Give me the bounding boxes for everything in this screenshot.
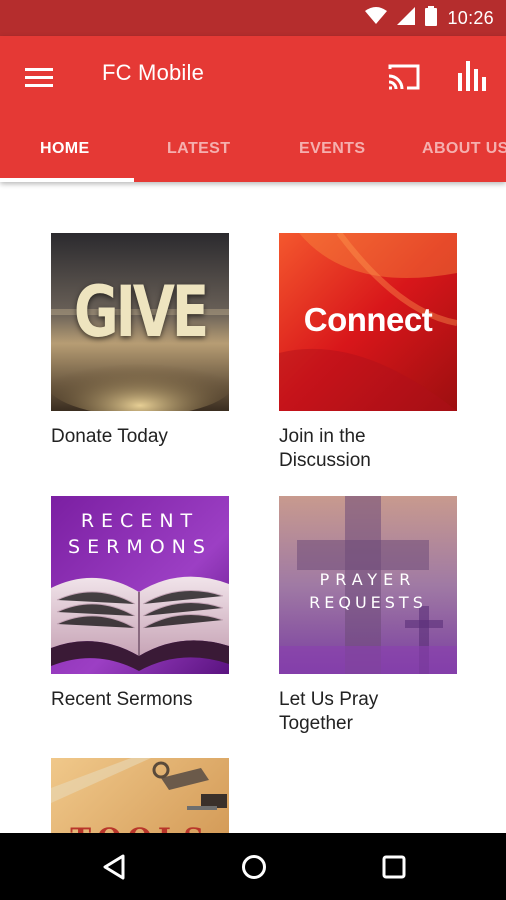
tile-recent-sermons[interactable]: RECENT SERMONS Recent Sermons: [51, 496, 229, 712]
menu-icon[interactable]: [20, 58, 58, 96]
tile-label-line: Join in the: [279, 426, 366, 447]
recent-sermons-image: RECENT SERMONS: [51, 496, 229, 674]
recents-icon[interactable]: [374, 847, 414, 887]
back-icon[interactable]: [94, 847, 134, 887]
tile-connect[interactable]: Connect Join in the Discussion: [279, 233, 457, 473]
tile-label: Join in the Discussion: [279, 425, 457, 473]
recent-sermons-image-text-1: RECENT: [80, 510, 200, 532]
app-title: FC Mobile: [102, 60, 205, 85]
navigation-bar: [0, 833, 506, 900]
tile-label-line: Recent Sermons: [51, 689, 193, 710]
tile-label: Let Us Pray Together: [279, 688, 457, 736]
tab-indicator: [0, 178, 134, 182]
tools-image: TOOLS: [51, 758, 229, 833]
tile-label-line: Discussion: [279, 450, 371, 471]
prayer-requests-image-text-2: REQUESTS: [309, 593, 427, 612]
tab-about-us[interactable]: ABOUT US: [422, 128, 506, 182]
prayer-requests-image-text-1: PRAYER: [319, 570, 417, 589]
signal-icon: [397, 6, 416, 30]
status-bar: 10:26: [0, 0, 506, 36]
tab-events[interactable]: EVENTS: [299, 128, 365, 182]
tile-label: Donate Today: [51, 425, 229, 449]
tile-label-line: Donate Today: [51, 426, 168, 447]
tile-label-line: Together: [279, 713, 353, 734]
tab-home[interactable]: HOME: [40, 128, 90, 182]
give-image: GIVE: [51, 233, 229, 411]
tab-latest[interactable]: LATEST: [167, 128, 230, 182]
prayer-requests-image: PRAYER REQUESTS: [279, 496, 457, 674]
tile-tools[interactable]: TOOLS: [51, 758, 229, 833]
connect-image: Connect: [279, 233, 457, 411]
tools-image-text: TOOLS: [51, 822, 229, 833]
wifi-icon: [365, 6, 388, 30]
status-time: 10:26: [447, 7, 494, 28]
cast-icon[interactable]: [384, 58, 424, 96]
bar-chart-icon[interactable]: [452, 56, 492, 96]
tile-label-line: Let Us Pray: [279, 689, 379, 710]
tab-bar: HOME LATEST EVENTS ABOUT US: [0, 128, 506, 182]
home-icon[interactable]: [234, 847, 274, 887]
app-bar: FC Mobile HOME LATEST EVENTS ABOUT US: [0, 36, 506, 182]
battery-icon: [425, 5, 438, 31]
tile-donate[interactable]: GIVE Donate Today: [51, 233, 229, 449]
tile-label: Recent Sermons: [51, 688, 229, 712]
connect-image-text: Connect: [303, 301, 433, 338]
recent-sermons-image-text-2: SERMONS: [68, 536, 212, 558]
tile-prayer-requests[interactable]: PRAYER REQUESTS Let Us Pray Together: [279, 496, 457, 736]
give-image-text: GIVE: [73, 271, 209, 353]
